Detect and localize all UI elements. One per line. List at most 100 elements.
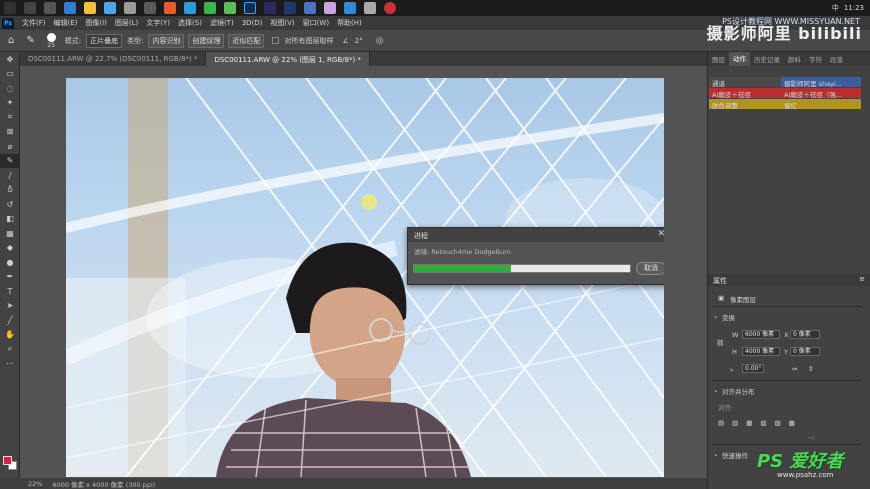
record-icon[interactable]: [384, 2, 396, 14]
align-buttons-icon[interactable]: ▤▥▦▧▨▩: [718, 419, 803, 427]
menu-view[interactable]: 视图(V): [266, 18, 298, 28]
pressure-icon[interactable]: ◎: [376, 36, 384, 46]
panel-menu-icon[interactable]: ≡: [859, 275, 865, 283]
link-icon[interactable]: ⛓: [716, 339, 724, 347]
hand-tool-icon[interactable]: ✋: [0, 328, 20, 343]
foreground-color-swatch[interactable]: [3, 456, 12, 465]
collapse-icon[interactable]: ⌄: [713, 312, 718, 320]
canvas-area[interactable]: 进程 ✕ 滤镜: Retouch4me DodgeBurn 取消: [20, 66, 707, 478]
premiere-icon[interactable]: [264, 2, 276, 14]
app-icon[interactable]: [224, 2, 236, 14]
close-icon[interactable]: ✕: [657, 229, 664, 239]
menu-3d[interactable]: 3D(D): [238, 19, 267, 27]
brush-tool-icon[interactable]: ∕: [0, 168, 20, 183]
dodge-tool-icon[interactable]: ●: [0, 255, 20, 270]
cancel-button[interactable]: 取消: [636, 262, 664, 275]
collapse-icon[interactable]: ⌄: [713, 450, 718, 458]
mode-select[interactable]: 正片叠底: [86, 33, 123, 48]
collapse-icon[interactable]: ⌄: [713, 386, 718, 394]
menu-window[interactable]: 窗口(W): [299, 18, 333, 28]
x-field[interactable]: 0 像素: [790, 330, 820, 339]
healing-brush-tool-icon[interactable]: ✎: [0, 153, 20, 168]
tab-paragraph[interactable]: 段落: [826, 54, 847, 64]
windows-start-icon[interactable]: [4, 2, 16, 14]
more-icon[interactable]: ⋯: [808, 434, 815, 442]
frame-tool-icon[interactable]: ⊠: [0, 125, 20, 140]
menu-edit[interactable]: 编辑(E): [50, 18, 82, 28]
line-tool-icon[interactable]: ╱: [0, 313, 20, 328]
menu-type[interactable]: 文字(Y): [142, 18, 174, 28]
home-icon[interactable]: ⌂: [8, 35, 14, 46]
path-selection-tool-icon[interactable]: ➤: [0, 299, 20, 314]
zoom-tool-icon[interactable]: ⌕: [0, 342, 20, 357]
mode-label: 模式:: [64, 36, 82, 45]
menu-select[interactable]: 选择(S): [174, 18, 206, 28]
magic-wand-tool-icon[interactable]: ✦: [0, 96, 20, 111]
action-row[interactable]: 通道 摄影师阿里 shayi...: [709, 77, 861, 87]
pen-tool-icon[interactable]: ✒: [0, 270, 20, 285]
document-info[interactable]: 6000 像素 x 4000 像素 (300 ppi): [52, 479, 155, 489]
menu-file[interactable]: 文件(F): [18, 18, 50, 28]
tab-actions[interactable]: 动作: [729, 52, 750, 66]
progress-bar: [413, 264, 631, 273]
tab-character[interactable]: 字符: [805, 54, 826, 64]
content-aware-button[interactable]: 内容识别: [148, 33, 185, 48]
app-icon[interactable]: [324, 2, 336, 14]
marquee-tool-icon[interactable]: ▭: [0, 67, 20, 82]
app-icon[interactable]: [104, 2, 116, 14]
search-icon[interactable]: [24, 2, 36, 14]
app-icon[interactable]: [164, 2, 176, 14]
menu-layer[interactable]: 图层(L): [111, 18, 142, 28]
app-icon[interactable]: [344, 2, 356, 14]
menu-image[interactable]: 图像(I): [81, 18, 111, 28]
angle-field[interactable]: 0.00°: [742, 364, 764, 373]
wechat-icon[interactable]: [204, 2, 216, 14]
tab-document-2[interactable]: DSC00111.ARW @ 22% (图层 1, RGB/8*) *: [206, 52, 370, 66]
menu-filter[interactable]: 滤镜(T): [206, 18, 238, 28]
zoom-level[interactable]: 22%: [28, 480, 42, 488]
action-row[interactable]: AI磨皮＋祛痘 AI磨皮＋祛痘（强...: [709, 88, 861, 98]
sample-all-checkbox[interactable]: [272, 37, 280, 44]
y-field[interactable]: 0 像素: [790, 347, 820, 356]
tab-document-1[interactable]: DSC00111.ARW @ 22.7% (DSC00111, RGB/8*) …: [20, 52, 207, 66]
create-texture-button[interactable]: 创建纹理: [188, 33, 225, 48]
menu-help[interactable]: 帮助(H): [333, 18, 366, 28]
task-view-icon[interactable]: [44, 2, 56, 14]
healing-brush-icon[interactable]: ✎: [26, 35, 34, 46]
app-icon[interactable]: [284, 2, 296, 14]
app-icon[interactable]: [364, 2, 376, 14]
gradient-tool-icon[interactable]: ▦: [0, 226, 20, 241]
height-field[interactable]: 4000 像素: [742, 347, 780, 356]
move-tool-icon[interactable]: ✥: [0, 52, 20, 67]
blur-tool-icon[interactable]: ◆: [0, 241, 20, 256]
divider: [712, 306, 862, 307]
width-field[interactable]: 6000 像素: [742, 330, 780, 339]
app-icon[interactable]: [304, 2, 316, 14]
app-icon[interactable]: [144, 2, 156, 14]
brush-picker[interactable]: 25: [46, 32, 56, 49]
eyedropper-tool-icon[interactable]: ⌀: [0, 139, 20, 154]
proximity-match-button[interactable]: 近似匹配: [228, 33, 265, 48]
photoshop-taskbar-icon[interactable]: [244, 2, 256, 14]
history-brush-tool-icon[interactable]: ↺: [0, 197, 20, 212]
photo-canvas[interactable]: 进程 ✕ 滤镜: Retouch4me DodgeBurn 取消: [66, 78, 664, 477]
app-icon[interactable]: [124, 2, 136, 14]
clone-stamp-tool-icon[interactable]: ♁: [0, 183, 20, 198]
tab-swatches[interactable]: 颜料: [784, 54, 805, 64]
folder-icon[interactable]: [84, 2, 96, 14]
angle-value[interactable]: 2°: [355, 37, 363, 45]
eraser-tool-icon[interactable]: ◧: [0, 212, 20, 227]
flip-horizontal-icon[interactable]: ⇔: [792, 365, 797, 373]
edge-icon[interactable]: [64, 2, 76, 14]
crop-tool-icon[interactable]: ⌗: [0, 110, 20, 125]
tab-history[interactable]: 历史记录: [750, 54, 784, 64]
tray-lang[interactable]: 中: [832, 3, 839, 13]
tab-layers[interactable]: 图层: [708, 54, 729, 64]
app-icon[interactable]: [184, 2, 196, 14]
lasso-tool-icon[interactable]: ◌: [0, 81, 20, 96]
action-row[interactable]: 肤色调整 偏红: [709, 99, 861, 109]
clock[interactable]: 11:23: [844, 4, 864, 12]
flip-vertical-icon[interactable]: ⇕: [808, 365, 813, 373]
more-tools-icon[interactable]: ⋯: [0, 357, 20, 372]
type-tool-icon[interactable]: T: [0, 284, 20, 299]
